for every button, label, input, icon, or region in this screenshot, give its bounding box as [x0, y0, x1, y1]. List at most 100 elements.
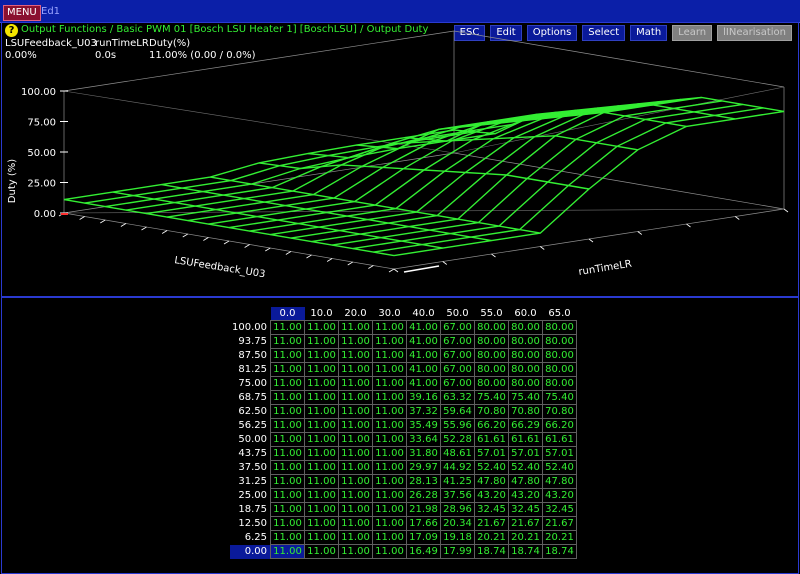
table-cell[interactable]: 11.00: [304, 474, 339, 489]
row-header[interactable]: 31.25: [230, 475, 271, 489]
table-cell[interactable]: 11.00: [372, 334, 407, 349]
table-cell[interactable]: 11.00: [304, 446, 339, 461]
table-cell[interactable]: 18.74: [508, 544, 543, 559]
table-cell[interactable]: 11.00: [304, 334, 339, 349]
row-header[interactable]: 56.25: [230, 419, 271, 433]
table-cell[interactable]: 61.61: [474, 432, 509, 447]
table-cell[interactable]: 11.00: [372, 362, 407, 377]
table-cell[interactable]: 67.00: [440, 334, 475, 349]
table-cell[interactable]: 11.00: [304, 404, 339, 419]
table-cell[interactable]: 80.00: [474, 320, 509, 335]
table-cell[interactable]: 28.13: [406, 474, 441, 489]
row-header[interactable]: 25.00: [230, 489, 271, 503]
table-cell[interactable]: 11.00: [338, 530, 373, 545]
table-cell[interactable]: 47.80: [508, 474, 543, 489]
table-cell[interactable]: 44.92: [440, 460, 475, 475]
table-cell[interactable]: 80.00: [508, 362, 543, 377]
table-cell[interactable]: 26.28: [406, 488, 441, 503]
table-cell[interactable]: 11.00: [304, 320, 339, 335]
table-cell[interactable]: 11.00: [372, 544, 407, 559]
table-cell[interactable]: 11.00: [338, 418, 373, 433]
table-cell[interactable]: 11.00: [270, 348, 305, 363]
table-cell[interactable]: 11.00: [270, 334, 305, 349]
table-cell[interactable]: 43.20: [474, 488, 509, 503]
table-cell[interactable]: 61.61: [508, 432, 543, 447]
table-cell[interactable]: 66.29: [508, 418, 543, 433]
table-cell[interactable]: 11.00: [372, 376, 407, 391]
table-cell[interactable]: 80.00: [542, 362, 577, 377]
table-cell[interactable]: 11.00: [270, 516, 305, 531]
table-cell[interactable]: 32.45: [542, 502, 577, 517]
table-cell[interactable]: 80.00: [542, 334, 577, 349]
table-cell[interactable]: 20.21: [474, 530, 509, 545]
table-cell[interactable]: 11.00: [372, 488, 407, 503]
table-cell[interactable]: 11.00: [338, 334, 373, 349]
table-cell[interactable]: 75.40: [474, 390, 509, 405]
table-cell[interactable]: 11.00: [270, 376, 305, 391]
row-header[interactable]: 37.50: [230, 461, 271, 475]
table-cell[interactable]: 80.00: [474, 376, 509, 391]
table-cell[interactable]: 33.64: [406, 432, 441, 447]
table-cell[interactable]: 11.00: [270, 544, 305, 559]
table-cell[interactable]: 80.00: [508, 334, 543, 349]
table-cell[interactable]: 11.00: [338, 474, 373, 489]
table-cell[interactable]: 20.21: [508, 530, 543, 545]
table-cell[interactable]: 59.64: [440, 404, 475, 419]
table-cell[interactable]: 11.00: [338, 544, 373, 559]
table-cell[interactable]: 11.00: [372, 418, 407, 433]
table-cell[interactable]: 52.40: [542, 460, 577, 475]
table-cell[interactable]: 21.67: [542, 516, 577, 531]
table-cell[interactable]: 11.00: [372, 502, 407, 517]
table-cell[interactable]: 80.00: [508, 376, 543, 391]
table-cell[interactable]: 41.00: [406, 376, 441, 391]
row-header[interactable]: 50.00: [230, 433, 271, 447]
row-header[interactable]: 43.75: [230, 447, 271, 461]
table-cell[interactable]: 11.00: [372, 516, 407, 531]
table-cell[interactable]: 11.00: [270, 404, 305, 419]
table-cell[interactable]: 39.16: [406, 390, 441, 405]
table-cell[interactable]: 67.00: [440, 320, 475, 335]
table-cell[interactable]: 48.61: [440, 446, 475, 461]
column-header[interactable]: 0.0: [270, 307, 305, 321]
table-cell[interactable]: 11.00: [270, 418, 305, 433]
table-cell[interactable]: 11.00: [270, 432, 305, 447]
table-cell[interactable]: 67.00: [440, 376, 475, 391]
column-header[interactable]: 40.0: [407, 307, 441, 321]
table-cell[interactable]: 32.45: [508, 502, 543, 517]
table-cell[interactable]: 11.00: [372, 404, 407, 419]
table-cell[interactable]: 11.00: [270, 362, 305, 377]
row-header[interactable]: 87.50: [230, 349, 271, 363]
table-cell[interactable]: 37.56: [440, 488, 475, 503]
table-cell[interactable]: 21.67: [508, 516, 543, 531]
table-cell[interactable]: 11.00: [338, 348, 373, 363]
column-header[interactable]: 50.0: [441, 307, 475, 321]
row-header[interactable]: 68.75: [230, 391, 271, 405]
table-cell[interactable]: 11.00: [338, 390, 373, 405]
table-cell[interactable]: 11.00: [338, 404, 373, 419]
table-cell[interactable]: 21.67: [474, 516, 509, 531]
table-cell[interactable]: 16.49: [406, 544, 441, 559]
table-cell[interactable]: 20.34: [440, 516, 475, 531]
table-cell[interactable]: 11.00: [372, 474, 407, 489]
table-cell[interactable]: 31.80: [406, 446, 441, 461]
table-cell[interactable]: 52.28: [440, 432, 475, 447]
table-cell[interactable]: 21.98: [406, 502, 441, 517]
table-cell[interactable]: 11.00: [304, 530, 339, 545]
table-cell[interactable]: 47.80: [474, 474, 509, 489]
row-header[interactable]: 0.00: [230, 544, 271, 559]
menu-button[interactable]: MENU: [3, 5, 41, 21]
table-cell[interactable]: 11.00: [338, 516, 373, 531]
table-cell[interactable]: 11.00: [270, 502, 305, 517]
table-cell[interactable]: 17.09: [406, 530, 441, 545]
table-cell[interactable]: 52.40: [474, 460, 509, 475]
table-cell[interactable]: 11.00: [270, 474, 305, 489]
table-cell[interactable]: 80.00: [542, 348, 577, 363]
table-cell[interactable]: 11.00: [372, 460, 407, 475]
table-cell[interactable]: 61.61: [542, 432, 577, 447]
table-cell[interactable]: 11.00: [304, 362, 339, 377]
table-cell[interactable]: 17.66: [406, 516, 441, 531]
table-cell[interactable]: 11.00: [304, 488, 339, 503]
table-cell[interactable]: 11.00: [304, 502, 339, 517]
table-cell[interactable]: 41.25: [440, 474, 475, 489]
table-cell[interactable]: 11.00: [270, 530, 305, 545]
